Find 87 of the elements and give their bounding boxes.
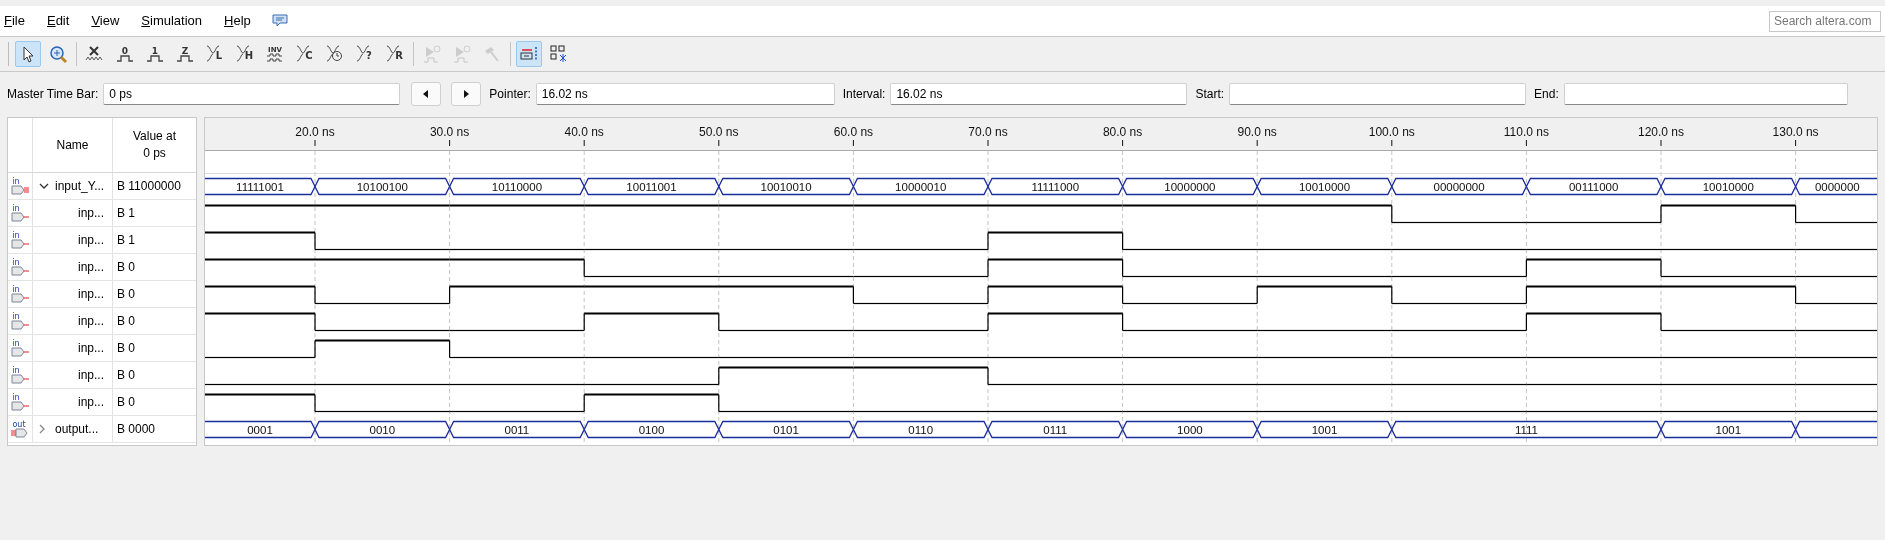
run-icon <box>452 44 472 64</box>
time-tick: 20.0 ns <box>295 125 335 147</box>
bus-value: 0110 <box>908 423 934 436</box>
time-tick: 100.0 ns <box>1368 125 1415 147</box>
time-tick: 110.0 ns <box>1503 125 1549 147</box>
bus-value: 10100100 <box>356 180 408 193</box>
bus-value: 10010000 <box>1298 180 1351 193</box>
time-tick: 130.0 ns <box>1772 125 1819 147</box>
menu-item[interactable]: Help <box>223 11 252 31</box>
field-label: End: <box>1534 86 1559 103</box>
signal-name[interactable]: inp... <box>78 312 104 330</box>
signal-value: B 0 <box>117 313 135 330</box>
signal-value: B 0 <box>117 259 135 276</box>
column-header: Name <box>56 137 89 154</box>
bus-value: 10010000 <box>1702 180 1754 193</box>
bus-value: 10010010 <box>760 180 812 193</box>
bus-value: 0011 <box>504 423 530 436</box>
right-triangle-icon <box>463 90 470 98</box>
signal-name[interactable]: input_Y... <box>55 177 105 195</box>
grid-icon <box>549 44 569 64</box>
bus-value: 10000010 <box>895 180 947 193</box>
signal-name[interactable]: inp... <box>78 285 104 303</box>
bus-value: 1001 <box>1715 423 1742 436</box>
menu-item[interactable]: Edit <box>45 11 71 31</box>
time-tick: 80.0 ns <box>1102 125 1143 147</box>
field-label: Start: <box>1195 86 1225 103</box>
signal-value: B 0 <box>117 286 135 303</box>
signal-value: B 0000 <box>117 421 156 438</box>
next-button[interactable] <box>451 82 482 106</box>
bus-value: 00111000 <box>1568 180 1619 193</box>
speech-bubble-icon[interactable] <box>271 14 288 28</box>
signal-name[interactable]: inp... <box>78 366 104 384</box>
signal-name[interactable]: inp... <box>78 258 104 276</box>
signal-value: B 0 <box>117 394 135 411</box>
chevron-right-icon <box>39 424 45 434</box>
bus-value: 0111 <box>1043 423 1068 436</box>
bus-value: 0100 <box>638 423 665 436</box>
bus-value: 11111001 <box>236 180 284 193</box>
time-tick: 40.0 ns <box>564 125 604 147</box>
bus-value: 0010 <box>369 423 396 436</box>
tool-button[interactable] <box>15 41 41 67</box>
chevron-down-icon <box>39 183 49 189</box>
previous-button[interactable] <box>411 82 442 106</box>
time-field[interactable] <box>1229 83 1527 105</box>
bus-value: 1000 <box>1177 423 1203 436</box>
bus-value: 0101 <box>773 423 799 436</box>
time-tick: 90.0 ns <box>1237 125 1277 147</box>
bus-value: 0001 <box>247 423 273 436</box>
bus-value: 10011001 <box>626 180 677 193</box>
clock-value-icon <box>325 44 345 64</box>
time-tick: 70.0 ns <box>968 125 1008 147</box>
bus-value: 10000000 <box>1164 180 1216 193</box>
signal-name[interactable]: inp... <box>78 204 104 222</box>
signal-value: B 0 <box>117 367 135 384</box>
signal-name[interactable]: inp... <box>78 231 104 249</box>
signal-value: B 11000000 <box>117 178 181 195</box>
time-tick: 30.0 ns <box>429 125 470 147</box>
left-triangle-icon <box>423 90 430 98</box>
signal-name[interactable]: output... <box>55 420 99 438</box>
field-label: Master Time Bar: <box>7 86 99 103</box>
signal-value: B 1 <box>117 205 135 222</box>
time-field[interactable]: 0 ps <box>103 83 401 105</box>
bus-value: 00000000 <box>1433 180 1485 193</box>
time-tick: 50.0 ns <box>699 125 739 147</box>
bus-value: 11111000 <box>1031 180 1080 193</box>
signal-name[interactable]: inp... <box>78 339 104 357</box>
signal-name[interactable]: inp... <box>78 393 104 411</box>
bus-value: 1001 <box>1311 423 1338 436</box>
field-label: Pointer: <box>489 86 531 103</box>
zoom-icon <box>48 44 68 64</box>
run-icon <box>422 44 442 64</box>
signal-value: B 1 <box>117 232 135 249</box>
column-header: Value at 0 ps <box>131 128 178 162</box>
bus-value: 0000000 <box>1814 180 1860 193</box>
bus-value: 10110000 <box>491 180 543 193</box>
time-field[interactable]: 16.02 ns <box>890 83 1188 105</box>
menu-item[interactable]: File <box>3 11 26 31</box>
menu-item[interactable]: Simulation <box>140 11 204 31</box>
time-tick: 60.0 ns <box>833 125 874 147</box>
signal-value: B 0 <box>117 340 135 357</box>
menu-item[interactable]: View <box>90 11 121 31</box>
time-tick: 120.0 ns <box>1638 125 1684 147</box>
bus-value: 1111 <box>1514 423 1538 436</box>
time-field[interactable] <box>1563 83 1848 105</box>
search-field[interactable]: Search altera.com <box>1769 10 1881 32</box>
field-label: Interval: <box>842 86 886 103</box>
time-field[interactable]: 16.02 ns <box>535 83 835 105</box>
